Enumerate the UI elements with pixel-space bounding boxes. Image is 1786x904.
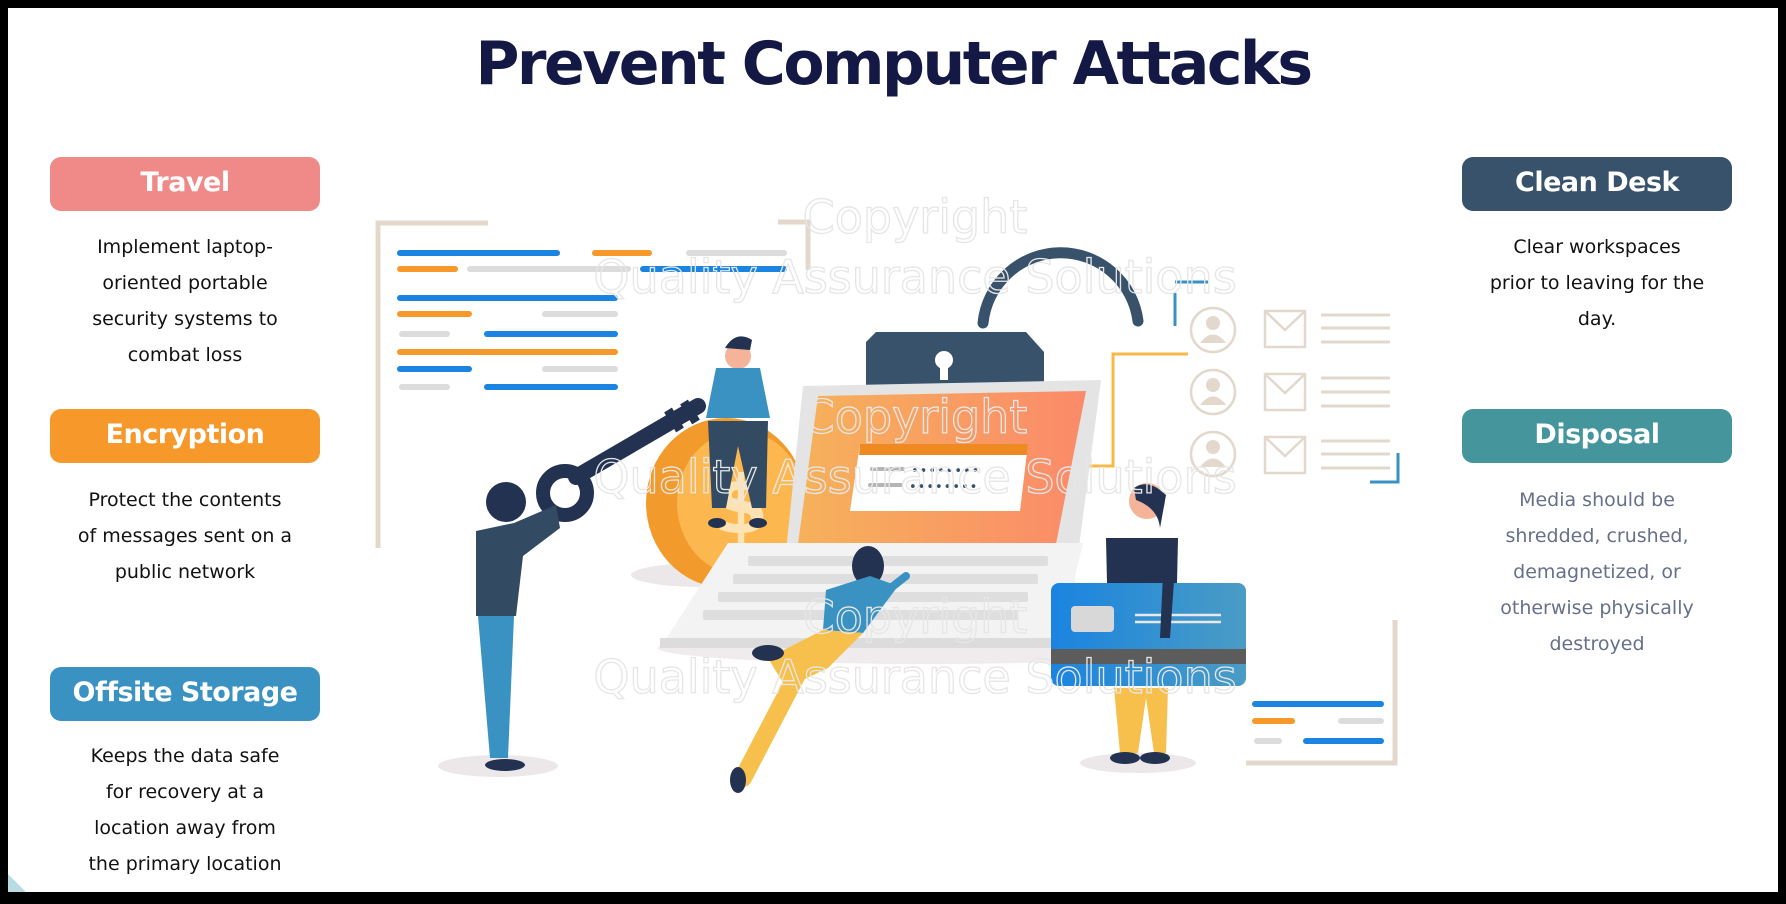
watermark-text: Quality Assurance Solutions	[593, 250, 1236, 304]
corner-decoration	[8, 866, 34, 892]
security-illustration: $ •••••••• •••••••• Copyright Quality As…	[375, 189, 1400, 793]
contact-row	[1189, 368, 1390, 416]
watermark-text: Copyright	[803, 390, 1028, 444]
watermark-text: Copyright	[803, 190, 1028, 244]
document-frame-right	[1246, 620, 1398, 766]
watermark-text: Copyright	[803, 590, 1028, 644]
watermark-text: Quality Assurance Solutions	[593, 450, 1236, 504]
watermark-text: Quality Assurance Solutions	[593, 650, 1236, 704]
contact-row	[1189, 306, 1390, 354]
slide-canvas: Prevent Computer Attacks Travel Implemen…	[8, 8, 1778, 892]
